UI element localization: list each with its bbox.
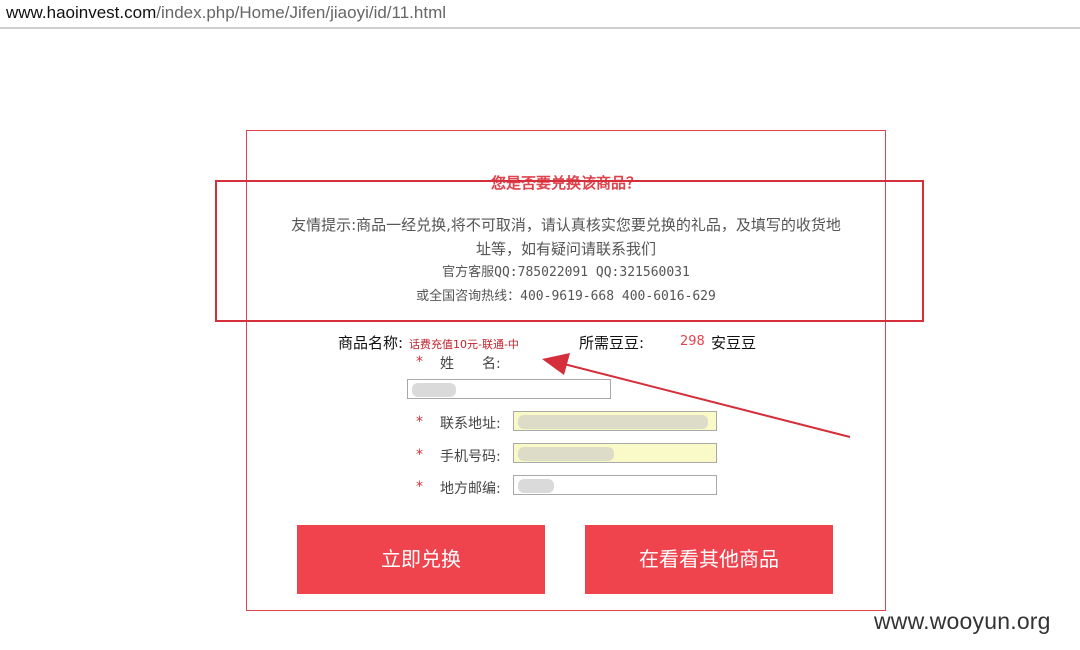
- url-path: /index.php/Home/Jifen/jiaoyi/id/11.html: [156, 3, 447, 22]
- postcode-label: 地方邮编:: [440, 481, 501, 497]
- redacted-mask: [518, 479, 554, 493]
- postcode-input[interactable]: [513, 475, 717, 495]
- address-label: 联系地址:: [440, 416, 501, 432]
- name-label: 姓 名:: [440, 356, 501, 372]
- exchange-now-button[interactable]: 立即兑换: [297, 525, 545, 594]
- browse-other-items-button[interactable]: 在看看其他商品: [585, 525, 833, 594]
- product-name-value: 话费充值10元-联通-中: [409, 338, 519, 351]
- redacted-mask: [518, 447, 614, 461]
- url-text[interactable]: www.haoinvest.com/index.php/Home/Jifen/j…: [6, 3, 446, 23]
- required-mark: *: [416, 479, 423, 495]
- required-mark: *: [416, 354, 423, 370]
- watermark: www.wooyun.org: [874, 608, 1051, 634]
- url-host: www.haoinvest.com: [6, 3, 157, 22]
- phone-input[interactable]: [513, 443, 717, 463]
- required-mark: *: [416, 447, 423, 463]
- phone-label: 手机号码:: [440, 449, 501, 465]
- address-bar[interactable]: www.haoinvest.com/index.php/Home/Jifen/j…: [0, 0, 1080, 29]
- product-name-label: 商品名称:: [338, 334, 404, 352]
- annotation-highlight-box: [215, 180, 924, 322]
- redacted-mask: [412, 383, 456, 397]
- required-mark: *: [416, 414, 423, 430]
- annotation-arrow-icon: [542, 353, 851, 438]
